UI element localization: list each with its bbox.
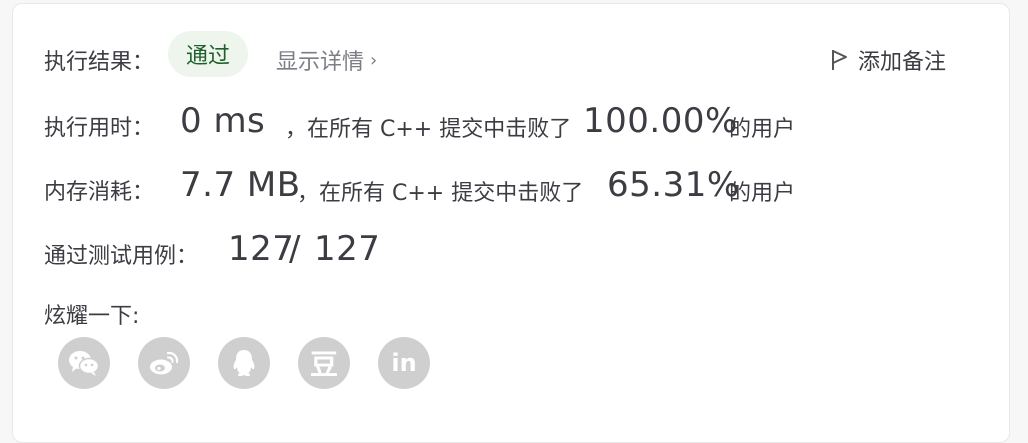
testcases-separator: /: [289, 229, 301, 269]
add-note-label: 添加备注: [858, 50, 947, 75]
weibo-icon: [150, 351, 179, 375]
runtime-value: 0 ms: [180, 101, 266, 141]
add-note-button[interactable]: 添加备注: [830, 44, 946, 76]
chevron-right-icon: ›: [370, 49, 378, 71]
memory-value: 7.7 MB: [180, 165, 301, 205]
wechat-icon: [69, 351, 100, 376]
runtime-percent: 100.00%: [583, 101, 738, 141]
result-label: 执行结果：: [44, 50, 155, 75]
share-linkedin-button[interactable]: in: [378, 337, 430, 389]
status-text: 通过: [185, 44, 230, 69]
runtime-label: 执行用时：: [44, 116, 155, 141]
runtime-beat-text: ，在所有 C++ 提交中击败了: [285, 117, 572, 142]
testcases-total: 127: [314, 229, 381, 269]
testcases-label: 通过测试用例：: [44, 244, 199, 269]
linkedin-icon: in: [391, 349, 417, 377]
memory-beat-text: ，在所有 C++ 提交中击败了: [297, 181, 584, 206]
flag-icon: [832, 50, 847, 70]
share-douban-button[interactable]: 豆: [298, 337, 350, 389]
status-badge: 通过: [168, 31, 248, 77]
testcases-passed: 127: [228, 229, 295, 269]
douban-icon: 豆: [309, 348, 338, 381]
qq-icon: [233, 350, 255, 377]
show-details-link[interactable]: 显示详情 ›: [276, 44, 377, 76]
memory-label: 内存消耗：: [44, 180, 155, 205]
memory-suffix: 的用户: [729, 181, 796, 206]
share-label: 炫耀一下:: [44, 304, 140, 329]
share-wechat-button[interactable]: [58, 337, 110, 389]
runtime-suffix: 的用户: [729, 117, 796, 142]
share-qq-button[interactable]: [218, 337, 270, 389]
share-weibo-button[interactable]: [138, 337, 190, 389]
memory-percent: 65.31%: [607, 165, 740, 205]
show-details-label: 显示详情: [276, 50, 365, 75]
